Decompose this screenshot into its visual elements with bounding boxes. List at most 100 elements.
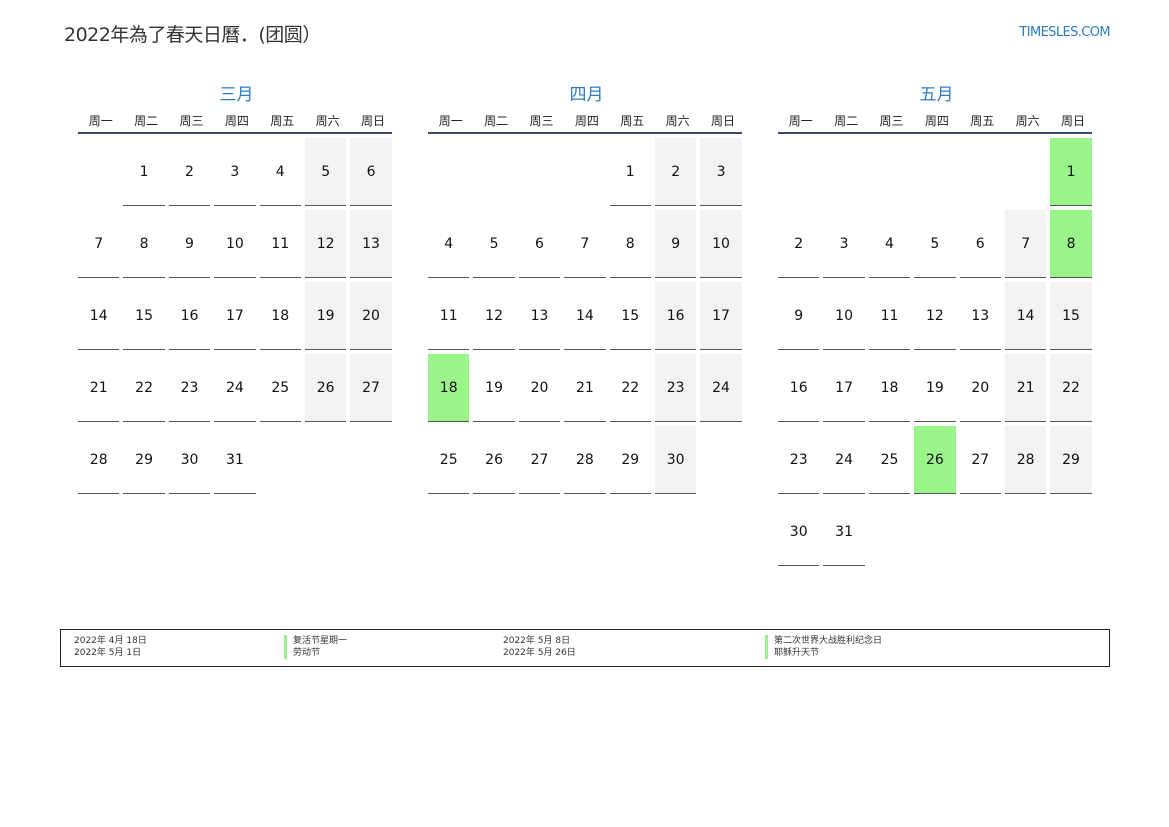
day-cell: 11 xyxy=(428,282,470,350)
legend-dates-right: 2022年 5月 8日 2022年 5月 26日 xyxy=(503,635,576,659)
holiday-day-cell: 1 xyxy=(1050,138,1092,206)
month-title: 四月 xyxy=(569,85,604,105)
day-cell: 17 xyxy=(823,354,865,422)
day-cell: 19 xyxy=(473,354,515,422)
day-cell: 9 xyxy=(654,210,697,278)
day-cell: 31 xyxy=(823,498,865,566)
day-cell: 3 xyxy=(214,138,256,206)
day-cell: 25 xyxy=(868,426,911,494)
legend-holiday-name: 耶稣升天节 xyxy=(765,647,882,659)
weekday-label: 周二 xyxy=(134,113,159,128)
day-cell: 17 xyxy=(700,282,742,350)
legend-date: 2022年 4月 18日 xyxy=(74,636,147,646)
weekday-label: 周六 xyxy=(1015,113,1040,128)
day-cell: 29 xyxy=(609,426,651,494)
day-cell: 20 xyxy=(350,282,392,350)
day-cell: 6 xyxy=(350,138,392,206)
day-cell: 10 xyxy=(823,282,865,350)
legend-dates-left: 2022年 4月 18日 2022年 5月 1日 xyxy=(74,635,147,659)
holiday-legend: 2022年 4月 18日 2022年 5月 1日 复活节星期一 劳动节 2022… xyxy=(60,629,1110,667)
day-cell: 12 xyxy=(304,210,347,278)
day-cell: 24 xyxy=(823,426,865,494)
day-cell: 2 xyxy=(654,138,697,206)
weekday-header: 周一 周二 周三 周四 周五 周六 周日 xyxy=(778,108,1092,134)
day-cell: 30 xyxy=(168,426,211,494)
day-cell: 23 xyxy=(778,426,820,494)
weekday-label: 周三 xyxy=(179,113,204,128)
day-cell: 8 xyxy=(123,210,165,278)
day-cell: 27 xyxy=(350,354,392,422)
day-cell: 14 xyxy=(78,282,120,350)
weekday-label: 周日 xyxy=(361,113,386,128)
day-cell: 9 xyxy=(168,210,211,278)
day-cell: 3 xyxy=(823,210,865,278)
holiday-day-cell: 8 xyxy=(1050,210,1092,278)
day-cell: 15 xyxy=(1050,282,1092,350)
day-cell: 5 xyxy=(304,138,347,206)
day-cell: 5 xyxy=(473,210,515,278)
day-cell: 29 xyxy=(123,426,165,494)
holiday-day-cell: 26 xyxy=(914,426,956,494)
weekday-label: 周日 xyxy=(711,113,736,128)
day-cell: 31 xyxy=(214,426,256,494)
day-cell: 18 xyxy=(259,282,301,350)
weekday-label: 周五 xyxy=(270,113,295,128)
empty-cell xyxy=(869,138,910,206)
day-cell: 15 xyxy=(609,282,651,350)
empty-cell xyxy=(778,138,819,206)
empty-cell xyxy=(564,138,605,206)
day-cell: 20 xyxy=(959,354,1001,422)
weekday-label: 周一 xyxy=(88,113,113,128)
day-cell: 16 xyxy=(654,282,697,350)
day-cell: 12 xyxy=(473,282,515,350)
empty-cell xyxy=(823,138,864,206)
weekday-label: 周六 xyxy=(665,113,690,128)
day-cell: 29 xyxy=(1050,426,1092,494)
empty-cell xyxy=(473,138,514,206)
day-cell: 10 xyxy=(214,210,256,278)
month-title: 五月 xyxy=(919,85,954,105)
day-cell: 6 xyxy=(518,210,561,278)
empty-cell xyxy=(914,138,955,206)
day-cell: 9 xyxy=(778,282,820,350)
day-cell: 19 xyxy=(914,354,956,422)
weekday-label: 周三 xyxy=(529,113,554,128)
day-cell: 28 xyxy=(78,426,120,494)
day-cell: 24 xyxy=(700,354,742,422)
day-cell: 17 xyxy=(214,282,256,350)
day-cell: 26 xyxy=(304,354,347,422)
day-cell: 7 xyxy=(564,210,606,278)
day-cell: 11 xyxy=(868,282,911,350)
day-cell: 18 xyxy=(868,354,911,422)
day-cell: 14 xyxy=(564,282,606,350)
weekday-label: 周五 xyxy=(970,113,995,128)
legend-date: 2022年 5月 8日 xyxy=(503,636,571,646)
empty-cell xyxy=(1005,138,1046,206)
day-cell: 24 xyxy=(214,354,256,422)
weekday-header: 周一 周二 周三 周四 周五 周六 周日 xyxy=(428,108,742,134)
day-cell: 27 xyxy=(959,426,1001,494)
month-april: 四月 周一 周二 周三 周四 周五 周六 周日 1 2 3 4 5 6 7 8 9 10 11 12 1… xyxy=(428,82,748,494)
day-cell: 3 xyxy=(700,138,742,206)
day-cell: 4 xyxy=(259,138,301,206)
day-cell: 10 xyxy=(700,210,742,278)
weekday-label: 周二 xyxy=(484,113,509,128)
legend-holiday-name: 劳动节 xyxy=(284,647,347,659)
day-cell: 6 xyxy=(959,210,1001,278)
legend-names-right: 第二次世界大战胜利纪念日 耶稣升天节 xyxy=(765,635,882,659)
site-link[interactable]: TIMESLES.COM xyxy=(1019,25,1110,40)
day-grid: 1 2 3 4 5 6 7 8 9 10 11 12 13 14 15 16 17 18 19 20 21 22 23 24 2… xyxy=(78,138,398,494)
holiday-day-cell: 18 xyxy=(428,354,470,422)
weekday-label: 周三 xyxy=(879,113,904,128)
day-cell: 5 xyxy=(914,210,956,278)
month-may: 五月 周一 周二 周三 周四 周五 周六 周日 1 2 3 4 5 6 7 8 9 10 11 12 1… xyxy=(778,82,1098,566)
weekday-label: 周五 xyxy=(620,113,645,128)
day-cell: 1 xyxy=(609,138,651,206)
weekday-label: 周四 xyxy=(924,113,949,128)
day-cell: 21 xyxy=(564,354,606,422)
legend-holiday-name: 第二次世界大战胜利纪念日 xyxy=(765,635,882,647)
day-cell: 2 xyxy=(168,138,211,206)
day-cell: 26 xyxy=(473,426,515,494)
day-cell: 28 xyxy=(564,426,606,494)
empty-cell xyxy=(519,138,560,206)
